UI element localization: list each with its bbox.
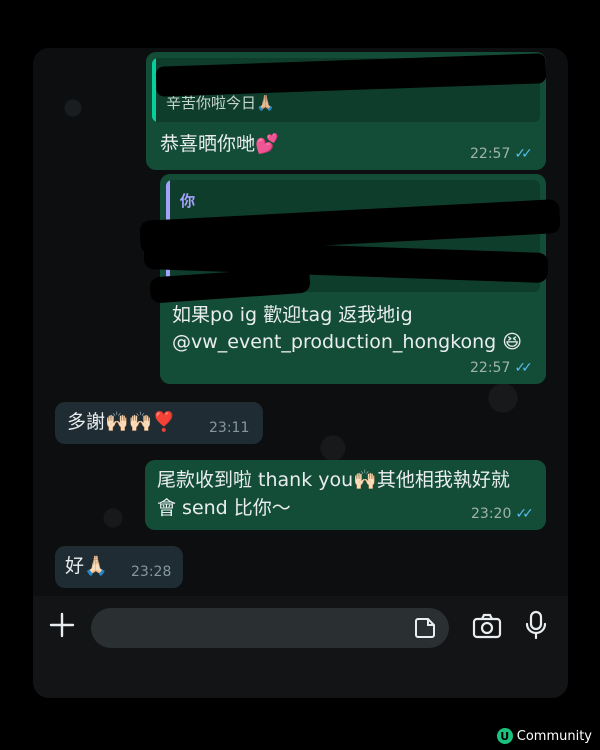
message-meta: 22:57 ✓✓ [470, 360, 533, 376]
message-text: 好🙏🏻 [65, 555, 108, 577]
message-time: 22:57 [470, 146, 511, 162]
plus-icon[interactable] [47, 610, 77, 640]
quote-author: 你 [180, 192, 196, 210]
watermark-text: Community [516, 728, 592, 744]
sticker-icon[interactable] [413, 616, 437, 640]
quote-accent-bar [152, 58, 156, 122]
message-input[interactable] [91, 608, 449, 648]
message-meta: 22:57 ✓✓ [470, 146, 533, 162]
message-time: 23:20 [471, 506, 512, 522]
message-bubble-incoming[interactable]: 好🙏🏻 23:28 [55, 546, 183, 588]
message-text: 多謝🙌🏻🙌🏻❣️ [67, 411, 176, 433]
chat-message-list[interactable]: 辛苦你啦今日🙏🏼 恭喜晒你哋💕 22:57 ✓✓ 你 如果po ig 歡迎tag … [33, 48, 568, 596]
community-logo-icon: U [496, 728, 513, 744]
message-bubble-outgoing[interactable]: 辛苦你啦今日🙏🏼 恭喜晒你哋💕 22:57 ✓✓ [146, 52, 547, 170]
community-watermark: U Community [496, 728, 592, 744]
read-receipt-icon: ✓✓ [515, 506, 534, 522]
message-text: 恭喜晒你哋💕 [160, 133, 279, 155]
message-text-line1: 尾款收到啦 thank you🙌🏻其他相我執好就 [157, 469, 510, 491]
message-bubble-incoming[interactable]: 多謝🙌🏻🙌🏻❣️ 23:11 [55, 402, 263, 444]
message-bubble-outgoing[interactable]: 尾款收到啦 thank you🙌🏻其他相我執好就 會 send 比你～ 23:2… [145, 460, 546, 530]
message-bubble-outgoing[interactable]: 你 如果po ig 歡迎tag 返我地ig @vw_event_producti… [139, 174, 561, 384]
message-text-line1: 如果po ig 歡迎tag 返我地ig [172, 304, 413, 326]
message-time: 23:28 [131, 564, 172, 580]
message-meta: 23:20 ✓✓ [471, 506, 534, 522]
read-receipt-icon: ✓✓ [514, 360, 533, 376]
message-text-line2: @vw_event_production_hongkong 😆 [172, 331, 523, 353]
message-text-line2: 會 send 比你～ [157, 497, 291, 519]
read-receipt-icon: ✓✓ [514, 146, 533, 162]
chat-window: 辛苦你啦今日🙏🏼 恭喜晒你哋💕 22:57 ✓✓ 你 如果po ig 歡迎tag … [33, 48, 568, 698]
microphone-icon[interactable] [521, 608, 551, 642]
message-time: 23:11 [209, 420, 250, 436]
message-composer [33, 596, 568, 698]
camera-icon[interactable] [469, 610, 505, 642]
message-time: 22:57 [470, 360, 511, 376]
